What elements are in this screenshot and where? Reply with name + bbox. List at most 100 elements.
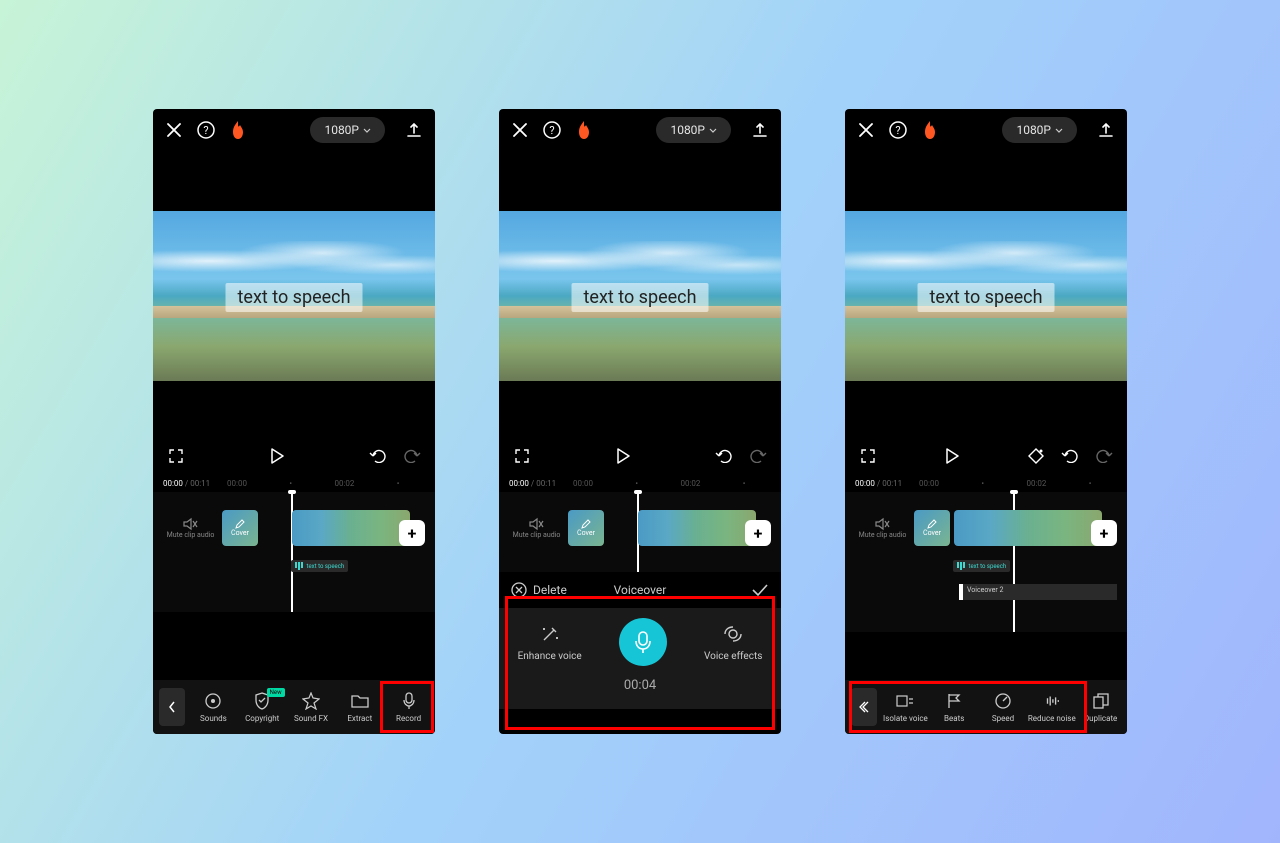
cover-button[interactable]: Cover	[222, 510, 258, 546]
video-preview[interactable]: text to speech	[153, 211, 435, 381]
export-icon[interactable]	[1095, 119, 1117, 141]
export-icon[interactable]	[403, 119, 425, 141]
tool-beats[interactable]: Beats	[930, 692, 979, 723]
svg-text:?: ?	[549, 124, 554, 137]
chevron-down-icon	[709, 128, 717, 133]
video-preview[interactable]: text to speech	[499, 211, 781, 381]
flame-icon[interactable]	[573, 119, 595, 141]
play-icon[interactable]	[266, 445, 288, 467]
play-bar	[153, 437, 435, 475]
voiceover-clip[interactable]: Voiceover 2	[959, 584, 1117, 600]
text-track[interactable]: text to speech	[953, 560, 1010, 572]
redo-icon[interactable]	[401, 445, 423, 467]
tool-speed[interactable]: Speed	[979, 692, 1028, 723]
duplicate-icon	[1092, 692, 1110, 710]
voice-effects-button[interactable]: Voice effects	[704, 623, 762, 662]
close-icon[interactable]	[855, 119, 877, 141]
help-icon[interactable]: ?	[195, 119, 217, 141]
chevron-down-icon	[1055, 128, 1063, 133]
top-bar: ? 1080P	[845, 109, 1127, 151]
resolution-button[interactable]: 1080P	[310, 117, 385, 143]
text-track[interactable]: text to speech	[291, 560, 348, 572]
mute-clip-button[interactable]: Mute clip audio	[855, 517, 910, 539]
help-icon[interactable]: ?	[887, 119, 909, 141]
play-icon[interactable]	[612, 445, 634, 467]
timeline[interactable]: Mute clip audio Cover text to speech +	[153, 492, 435, 612]
resolution-button[interactable]: 1080P	[656, 117, 731, 143]
preview-text-overlay: text to speech	[572, 283, 709, 312]
add-clip-button[interactable]: +	[399, 520, 425, 546]
undo-icon[interactable]	[713, 445, 735, 467]
effects-label: Voice effects	[704, 651, 762, 662]
preview-text-overlay: text to speech	[918, 283, 1055, 312]
effects-icon	[721, 623, 745, 645]
tool-sounds[interactable]: Sounds	[189, 692, 238, 723]
play-icon[interactable]	[941, 445, 963, 467]
close-icon[interactable]	[509, 119, 531, 141]
mute-label: Mute clip audio	[167, 531, 215, 539]
cover-button[interactable]: Cover	[914, 510, 950, 546]
tool-soundfx[interactable]: Sound FX	[287, 692, 336, 723]
tool-extract[interactable]: Extract	[335, 692, 384, 723]
screen-1: ? 1080P text to speech	[153, 109, 435, 734]
fullscreen-icon[interactable]	[857, 445, 879, 467]
mute-clip-button[interactable]: Mute clip audio	[509, 517, 564, 539]
voiceover-time: 00:04	[499, 670, 781, 709]
voiceover-header: Delete Voiceover	[499, 572, 781, 608]
back-button[interactable]	[851, 688, 877, 726]
current-time: 00:00	[855, 479, 875, 488]
noise-icon	[1043, 692, 1061, 710]
tool-duplicate[interactable]: Duplicate	[1076, 692, 1125, 723]
resolution-button[interactable]: 1080P	[1002, 117, 1077, 143]
add-clip-button[interactable]: +	[1091, 520, 1117, 546]
current-time: 00:00	[163, 479, 183, 488]
timeline[interactable]: Mute clip audio Cover text to speech Voi…	[845, 492, 1127, 632]
enhance-voice-button[interactable]: Enhance voice	[518, 623, 582, 662]
undo-icon[interactable]	[1059, 445, 1081, 467]
resolution-label: 1080P	[1016, 123, 1051, 137]
video-clip[interactable]	[292, 510, 410, 546]
tool-reduce-noise[interactable]: Reduce noise	[1027, 692, 1076, 723]
resolution-label: 1080P	[324, 123, 359, 137]
star-icon	[302, 692, 320, 710]
redo-icon[interactable]	[747, 445, 769, 467]
timeline[interactable]: Mute clip audio Cover +	[499, 492, 781, 572]
add-clip-button[interactable]: +	[745, 520, 771, 546]
video-preview[interactable]: text to speech	[845, 211, 1127, 381]
diamond-icon[interactable]	[1025, 445, 1047, 467]
fullscreen-icon[interactable]	[511, 445, 533, 467]
top-bar: ? 1080P	[153, 109, 435, 151]
back-button[interactable]	[159, 688, 185, 726]
current-time: 00:00	[509, 479, 529, 488]
play-bar	[499, 437, 781, 475]
close-icon[interactable]	[163, 119, 185, 141]
sparkle-icon	[539, 623, 561, 645]
tool-record[interactable]: Record	[384, 692, 433, 723]
delete-button[interactable]: Delete	[511, 582, 597, 598]
video-clip[interactable]	[954, 510, 1102, 546]
mic-icon	[400, 692, 418, 710]
new-badge: New	[267, 688, 285, 697]
flame-icon[interactable]	[227, 119, 249, 141]
fullscreen-icon[interactable]	[165, 445, 187, 467]
screen-3: ? 1080P text to speech 00:00 / 00:11 00:…	[845, 109, 1127, 734]
time-ruler: 00:00 / 00:11 00:00• 00:02•	[845, 475, 1127, 492]
cover-button[interactable]: Cover	[568, 510, 604, 546]
svg-text:?: ?	[203, 124, 208, 137]
chevron-down-icon	[363, 128, 371, 133]
export-icon[interactable]	[749, 119, 771, 141]
tool-isolate-voice[interactable]: Isolate voice	[881, 692, 930, 723]
undo-icon[interactable]	[367, 445, 389, 467]
voiceover-body: Enhance voice Voice effects	[499, 608, 781, 670]
svg-text:?: ?	[895, 124, 900, 137]
resolution-label: 1080P	[670, 123, 705, 137]
redo-icon[interactable]	[1093, 445, 1115, 467]
flame-icon[interactable]	[919, 119, 941, 141]
bottom-toolbar: Isolate voice Beats Speed Reduce noise D…	[845, 680, 1127, 734]
record-button[interactable]	[619, 618, 667, 666]
help-icon[interactable]: ?	[541, 119, 563, 141]
video-clip[interactable]	[638, 510, 756, 546]
tool-copyright[interactable]: New Copyright	[238, 692, 287, 723]
mute-clip-button[interactable]: Mute clip audio	[163, 517, 218, 539]
confirm-button[interactable]	[683, 583, 769, 597]
